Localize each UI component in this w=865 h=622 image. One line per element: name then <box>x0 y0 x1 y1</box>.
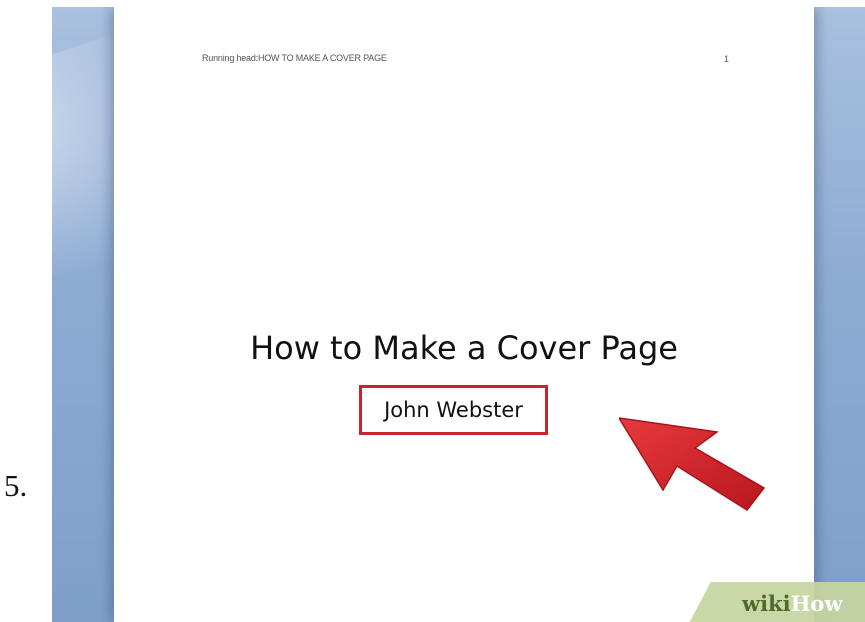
document-title[interactable]: How to Make a Cover Page <box>114 329 814 367</box>
author-highlight-box: John Webster <box>359 385 548 435</box>
step-number: 5. <box>4 468 28 503</box>
page-number: 1 <box>724 54 730 64</box>
running-head[interactable]: Running head:HOW TO MAKE A COVER PAGE <box>202 53 387 63</box>
red-arrow-icon <box>619 417 766 511</box>
watermark-wiki: wiki <box>742 591 791 616</box>
watermark-how: How <box>790 591 843 616</box>
document-page[interactable]: Running head:HOW TO MAKE A COVER PAGE 1 … <box>114 7 814 622</box>
author-name[interactable]: John Webster <box>384 398 523 422</box>
word-screenshot: Running head:HOW TO MAKE A COVER PAGE 1 … <box>52 7 865 622</box>
wikihow-watermark: wikiHow <box>742 591 843 616</box>
